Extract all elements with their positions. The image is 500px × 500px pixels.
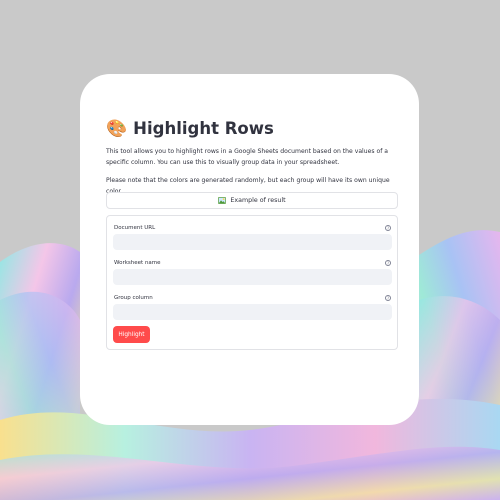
artist-palette-icon: 🎨: [106, 119, 128, 139]
picture-icon: [218, 197, 227, 204]
page-title: 🎨 Highlight Rows: [106, 117, 274, 141]
question-circle-icon[interactable]: ?: [385, 260, 391, 266]
question-circle-icon[interactable]: ?: [385, 225, 391, 231]
expander-label: Example of result: [230, 197, 286, 204]
description-text: This tool allows you to highlight rows i…: [106, 148, 389, 166]
highlight-button[interactable]: Highlight: [113, 326, 150, 343]
example-expander[interactable]: Example of result: [106, 192, 398, 209]
group-column-input[interactable]: [113, 304, 392, 320]
question-circle-icon[interactable]: ?: [385, 295, 391, 301]
worksheet-name-input[interactable]: [113, 269, 392, 285]
group-column-label: Group column: [114, 295, 153, 301]
highlight-form: Document URL ? Worksheet name ? Group co…: [106, 215, 398, 350]
page-title-text: Highlight Rows: [133, 119, 274, 138]
document-url-label: Document URL: [114, 225, 156, 231]
worksheet-name-label: Worksheet name: [114, 260, 161, 266]
document-url-input[interactable]: [113, 234, 392, 250]
